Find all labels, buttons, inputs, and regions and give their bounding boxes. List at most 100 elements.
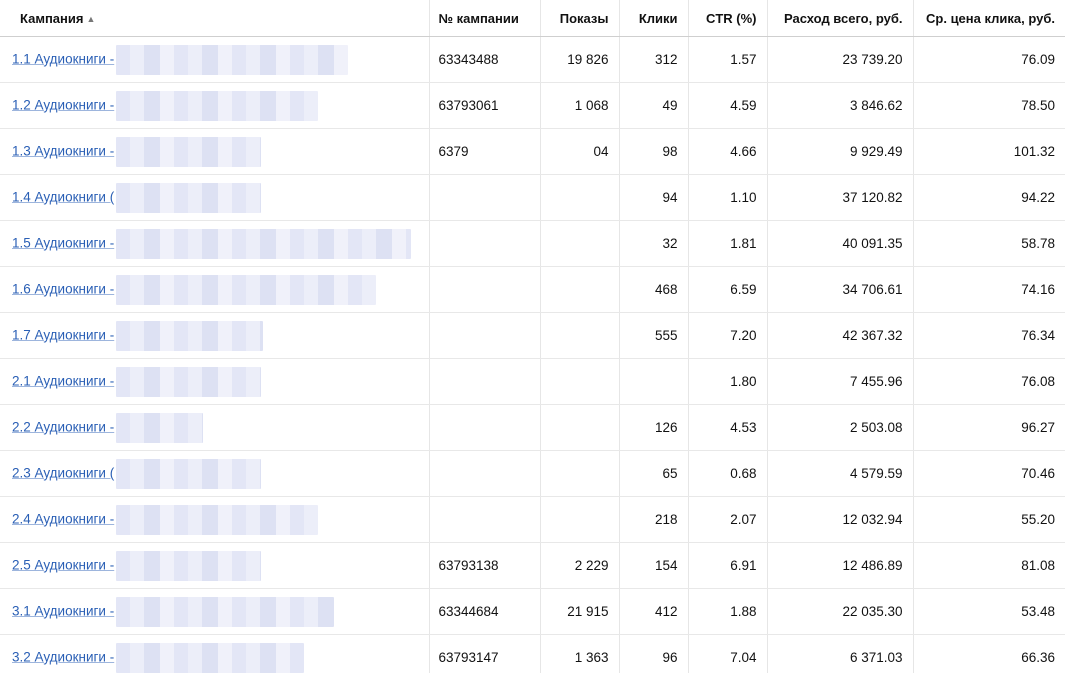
cell-shows: 19 826 bbox=[539, 36, 619, 83]
cell-cpc: 53.48 bbox=[912, 588, 1065, 635]
cell-cpc: 76.08 bbox=[912, 358, 1065, 405]
cell-spend: 34 706.61 bbox=[766, 266, 913, 313]
table-row: 3.2 Аудиокниги - 63793147 1 363 96 7.04 6 371… bbox=[0, 634, 1065, 673]
campaign-link[interactable]: 2.1 Аудиокниги - bbox=[12, 373, 114, 388]
cell-id bbox=[428, 174, 540, 221]
cell-cpc: 70.46 bbox=[912, 450, 1065, 497]
table-row: 1.5 Аудиокниги - 32 1.81 40 091.35 58.78 bbox=[0, 220, 1065, 267]
column-header-campaign[interactable]: Кампания ▲ bbox=[0, 0, 429, 37]
cell-cpc: 58.78 bbox=[912, 220, 1065, 267]
cell-clicks: 96 bbox=[618, 634, 688, 673]
sort-ascending-icon[interactable]: ▲ bbox=[86, 14, 95, 24]
redacted-name-block bbox=[116, 550, 262, 581]
cell-id bbox=[428, 450, 540, 497]
cell-cpc: 66.36 bbox=[912, 634, 1065, 673]
campaign-name-cell: 2.5 Аудиокниги - bbox=[0, 542, 429, 589]
redacted-name-block bbox=[116, 366, 262, 397]
column-header-cpc[interactable]: Ср. цена клика, руб. bbox=[912, 0, 1065, 37]
cell-shows: 1 363 bbox=[539, 634, 619, 673]
campaign-name-cell: 1.4 Аудиокниги ( bbox=[0, 174, 429, 221]
cell-id: 63793138 bbox=[428, 542, 540, 589]
redacted-name-block bbox=[116, 458, 262, 489]
cell-ctr: 7.04 bbox=[687, 634, 767, 673]
cell-spend: 42 367.32 bbox=[766, 312, 913, 359]
column-header-shows[interactable]: Показы bbox=[539, 0, 619, 37]
cell-ctr: 1.81 bbox=[687, 220, 767, 267]
cell-spend: 2 503.08 bbox=[766, 404, 913, 451]
redacted-name-block bbox=[116, 320, 264, 351]
cell-ctr: 2.07 bbox=[687, 496, 767, 543]
column-header-ctr[interactable]: CTR (%) bbox=[687, 0, 767, 37]
cell-clicks: 94 bbox=[618, 174, 688, 221]
cell-shows: 1 068 bbox=[539, 82, 619, 129]
campaign-name-cell: 1.7 Аудиокниги - bbox=[0, 312, 429, 359]
cell-cpc: 74.16 bbox=[912, 266, 1065, 313]
redacted-name-block bbox=[116, 182, 262, 213]
cell-clicks: 412 bbox=[618, 588, 688, 635]
cell-spend: 37 120.82 bbox=[766, 174, 913, 221]
cell-ctr: 1.10 bbox=[687, 174, 767, 221]
table-row: 1.4 Аудиокниги (94 1.10 37 120.82 94.22 bbox=[0, 174, 1065, 221]
campaign-link[interactable]: 1.1 Аудиокниги - bbox=[12, 51, 114, 66]
cell-spend: 12 032.94 bbox=[766, 496, 913, 543]
cell-id bbox=[428, 312, 540, 359]
redacted-name-block bbox=[116, 504, 319, 535]
cell-ctr: 4.53 bbox=[687, 404, 767, 451]
campaign-link[interactable]: 1.4 Аудиокниги ( bbox=[12, 189, 114, 204]
campaign-name-cell: 2.4 Аудиокниги - bbox=[0, 496, 429, 543]
cell-ctr: 6.59 bbox=[687, 266, 767, 313]
campaign-link[interactable]: 2.4 Аудиокниги - bbox=[12, 511, 114, 526]
cell-shows bbox=[539, 266, 619, 313]
column-header-clicks[interactable]: Клики bbox=[618, 0, 688, 37]
cell-cpc: 76.09 bbox=[912, 36, 1065, 83]
column-header-campaign-id[interactable]: № кампании bbox=[428, 0, 540, 37]
cell-ctr: 6.91 bbox=[687, 542, 767, 589]
redacted-name-block bbox=[116, 274, 377, 305]
campaign-link[interactable]: 1.2 Аудиокниги - bbox=[12, 97, 114, 112]
cell-shows: 21 915 bbox=[539, 588, 619, 635]
campaign-link[interactable]: 1.5 Аудиокниги - bbox=[12, 235, 114, 250]
campaign-link[interactable]: 1.6 Аудиокниги - bbox=[12, 281, 114, 296]
cell-clicks: 555 bbox=[618, 312, 688, 359]
redacted-name-block bbox=[116, 90, 319, 121]
column-header-spend[interactable]: Расход всего, руб. bbox=[766, 0, 913, 37]
redacted-name-block bbox=[116, 136, 262, 167]
campaign-name-cell: 2.3 Аудиокниги ( bbox=[0, 450, 429, 497]
cell-clicks: 154 bbox=[618, 542, 688, 589]
table-row: 2.4 Аудиокниги - 218 2.07 12 032.94 55.20 bbox=[0, 496, 1065, 543]
campaign-link[interactable]: 3.2 Аудиокниги - bbox=[12, 649, 114, 664]
campaign-link[interactable]: 1.3 Аудиокниги - bbox=[12, 143, 114, 158]
cell-clicks: 32 bbox=[618, 220, 688, 267]
campaign-name-cell: 1.3 Аудиокниги - bbox=[0, 128, 429, 175]
cell-id bbox=[428, 496, 540, 543]
cell-clicks: 312 bbox=[618, 36, 688, 83]
cell-spend: 3 846.62 bbox=[766, 82, 913, 129]
campaign-link[interactable]: 3.1 Аудиокниги - bbox=[12, 603, 114, 618]
cell-cpc: 55.20 bbox=[912, 496, 1065, 543]
campaign-name-cell: 1.1 Аудиокниги - bbox=[0, 36, 429, 83]
cell-id: 63793061 bbox=[428, 82, 540, 129]
cell-id bbox=[428, 220, 540, 267]
campaign-stats-table-wrapper: Кампания ▲ № кампании Показы Клики CTR (%… bbox=[0, 0, 1065, 673]
campaign-link[interactable]: 1.7 Аудиокниги - bbox=[12, 327, 114, 342]
cell-clicks: 218 bbox=[618, 496, 688, 543]
cell-id bbox=[428, 266, 540, 313]
campaign-name-cell: 2.1 Аудиокниги - bbox=[0, 358, 429, 405]
redacted-name-block bbox=[116, 228, 412, 259]
cell-spend: 12 486.89 bbox=[766, 542, 913, 589]
table-row: 1.3 Аудиокниги - 6379 04 98 4.66 9 929.49 101.… bbox=[0, 128, 1065, 175]
campaign-name-cell: 1.5 Аудиокниги - bbox=[0, 220, 429, 267]
cell-spend: 9 929.49 bbox=[766, 128, 913, 175]
table-row: 2.2 Аудиокниги - 126 4.53 2 503.08 96.27 bbox=[0, 404, 1065, 451]
cell-ctr: 7.20 bbox=[687, 312, 767, 359]
cell-spend: 23 739.20 bbox=[766, 36, 913, 83]
cell-shows bbox=[539, 450, 619, 497]
campaign-link[interactable]: 2.2 Аудиокниги - bbox=[12, 419, 114, 434]
cell-cpc: 76.34 bbox=[912, 312, 1065, 359]
table-row: 2.1 Аудиокниги - 1.80 7 455.96 76.08 bbox=[0, 358, 1065, 405]
campaign-stats-table: Кампания ▲ № кампании Показы Клики CTR (%… bbox=[0, 0, 1065, 673]
campaign-link[interactable]: 2.3 Аудиокниги ( bbox=[12, 465, 114, 480]
campaign-link[interactable]: 2.5 Аудиокниги - bbox=[12, 557, 114, 572]
cell-shows bbox=[539, 174, 619, 221]
table-row: 1.6 Аудиокниги - 468 6.59 34 706.61 74.16 bbox=[0, 266, 1065, 313]
